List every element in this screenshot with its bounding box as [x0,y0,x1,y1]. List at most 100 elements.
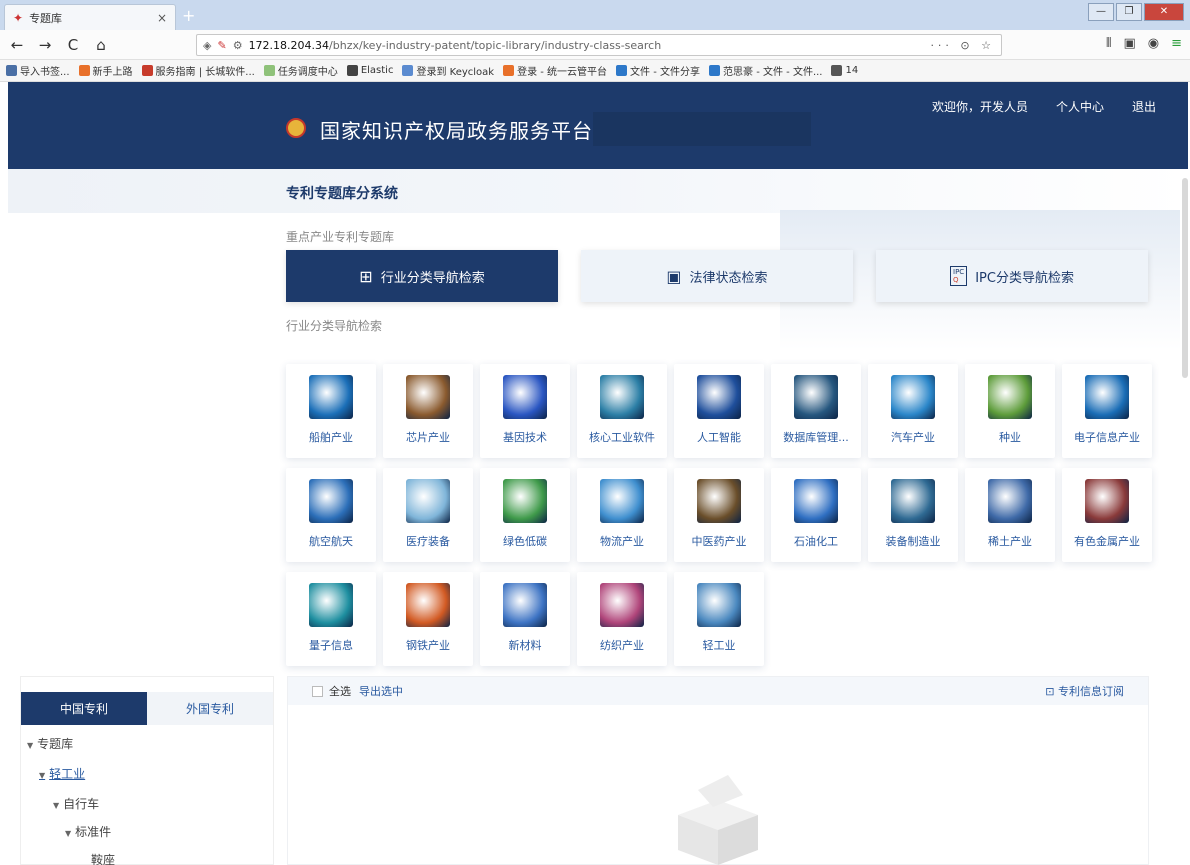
bookmark-item[interactable]: 登录 - 统一云管平台 [503,63,607,78]
category-card[interactable]: 数据库管理... [771,364,861,458]
close-window-button[interactable]: ✕ [1144,3,1184,21]
page-scrollbar[interactable] [1182,178,1188,378]
category-label: 量子信息 [309,639,353,652]
welcome-text: 欢迎你，开发人员 [931,100,1028,114]
browser-tab[interactable]: ✦ 专题库 × [4,4,176,30]
home-button[interactable]: ⌂ [90,36,112,54]
category-card[interactable]: 物流产业 [577,468,667,562]
new-tab-button[interactable]: + [182,6,195,25]
tab-industry-nav-search[interactable]: ⊞ 行业分类导航检索 [286,250,558,302]
category-card[interactable]: 电子信息产业 [1062,364,1152,458]
bookmark-item[interactable]: 范思豪 - 文件 - 文件... [709,63,822,78]
tree-node-light-industry[interactable]: ▼ 轻工业 [39,765,85,782]
category-card[interactable]: 基因技术 [480,364,570,458]
address-bar[interactable]: ◈ ✎ ⚙ 172.18.204.34/bhzx/key-industry-pa… [196,34,1002,56]
export-selected-link[interactable]: 导出选中 [359,683,403,699]
maximize-button[interactable]: ❐ [1116,3,1142,21]
category-card[interactable]: 新材料 [480,572,570,666]
minimize-button[interactable]: — [1088,3,1114,21]
bookmark-label: 14 [845,65,859,76]
tab-legal-status-search[interactable]: ▣ 法律状态检索 [581,250,853,302]
category-card[interactable]: 纺织产业 [577,572,667,666]
forward-button[interactable]: → [34,36,56,54]
subscribe-link[interactable]: ⊡ 专利信息订阅 [1045,683,1124,699]
category-card[interactable]: 人工智能 [674,364,764,458]
category-card[interactable]: 稀土产业 [965,468,1055,562]
category-card[interactable]: 绿色低碳 [480,468,570,562]
category-label: 人工智能 [697,431,741,444]
category-image [503,375,547,419]
law-search-icon: ▣ [666,266,682,286]
tab-ipc-nav-search[interactable]: IPC Q IPC分类导航检索 [876,250,1148,302]
category-image [697,375,741,419]
subheader: 专利专题库分系统 [8,169,1188,213]
bookmark-label: 任务调度中心 [277,67,338,78]
tab-china-patents[interactable]: 中国专利 [21,692,147,725]
category-card[interactable]: 装备制造业 [868,468,958,562]
account-icon[interactable]: ◉ [1148,36,1159,51]
bookmark-item[interactable]: 导入书签... [6,63,70,78]
category-label: 基因技术 [503,431,547,444]
site-header: 国家知识产权局政务服务平台 欢迎你，开发人员 个人中心 退出 [8,82,1188,169]
tree-node-topic-library[interactable]: ▼ 专题库 [27,735,73,752]
url-path: /bhzx/key-industry-patent/topic-library/… [329,38,662,52]
category-label: 新材料 [508,639,542,652]
category-card[interactable]: 有色金属产业 [1062,468,1152,562]
bookmark-icon [141,65,153,76]
ipc-search-icon: IPC Q [950,266,968,286]
category-card[interactable]: 中医药产业 [674,468,764,562]
category-card[interactable]: 轻工业 [674,572,764,666]
category-card[interactable]: 汽车产业 [868,364,958,458]
bookmark-item[interactable]: 文件 - 文件分享 [616,63,700,78]
sidebar-icon[interactable]: ▣ [1123,36,1135,51]
tree-node-bicycle[interactable]: ▼ 自行车 [53,795,99,812]
menu-icon[interactable]: ≡ [1171,36,1182,51]
logout-link[interactable]: 退出 [1132,98,1156,115]
tab-label: IPC分类导航检索 [975,270,1074,286]
tree-node-saddle[interactable]: 鞍座 [91,851,115,865]
category-card[interactable]: 量子信息 [286,572,376,666]
category-image [1085,375,1129,419]
back-button[interactable]: ← [6,36,28,54]
bookmark-item[interactable]: 新手上路 [78,63,133,78]
bookmark-label: 登录 - 统一云管平台 [517,67,608,78]
category-label: 汽车产业 [891,431,935,444]
category-label: 电子信息产业 [1074,431,1140,444]
category-label: 种业 [999,431,1021,444]
category-card[interactable]: 芯片产业 [383,364,473,458]
category-card[interactable]: 船舶产业 [286,364,376,458]
category-card[interactable]: 医疗装备 [383,468,473,562]
category-image [891,479,935,523]
bookmark-icon [831,65,843,76]
bookmark-item[interactable]: 任务调度中心 [263,63,338,78]
tree-node-standard-parts[interactable]: ▼ 标准件 [65,823,111,840]
category-card[interactable]: 石油化工 [771,468,861,562]
browser-tab-bar: ✦ 专题库 × + — ❐ ✕ [0,0,1190,30]
permissions-icon: ⚙ [232,38,243,52]
bookmark-item[interactable]: Elastic [346,65,393,76]
select-all-label: 全选 [329,685,351,698]
select-all-checkbox[interactable] [312,685,323,697]
close-tab-icon[interactable]: × [157,11,167,25]
category-image [503,583,547,627]
reload-button[interactable]: C [62,36,84,54]
category-label: 石油化工 [794,535,838,548]
category-card[interactable]: 钢铁产业 [383,572,473,666]
category-image [406,583,450,627]
bookmark-item[interactable]: 登录到 Keycloak [402,63,494,78]
bookmarks-bar: 导入书签... 新手上路 服务指南 | 长城软件... 任务调度中心 Elastic 登录… [0,60,1190,82]
category-card[interactable]: 航空航天 [286,468,376,562]
library-icon[interactable]: ⫴ [1106,36,1111,51]
category-card[interactable]: 种业 [965,364,1055,458]
profile-link[interactable]: 个人中心 [1056,98,1104,115]
bookmark-icon [402,65,414,76]
caret-down-icon: ▼ [65,829,72,838]
category-image [600,583,644,627]
page-actions-icon[interactable]: ··· ⊙ ☆ [930,39,995,52]
bookmark-label: 文件 - 文件分享 [630,67,701,78]
bookmark-item[interactable]: 服务指南 | 长城软件... [141,63,255,78]
bookmark-item[interactable]: 14 [831,65,858,76]
category-card[interactable]: 核心工业软件 [577,364,667,458]
bookmark-icon [709,65,721,76]
tab-foreign-patents[interactable]: 外国专利 [147,692,273,725]
